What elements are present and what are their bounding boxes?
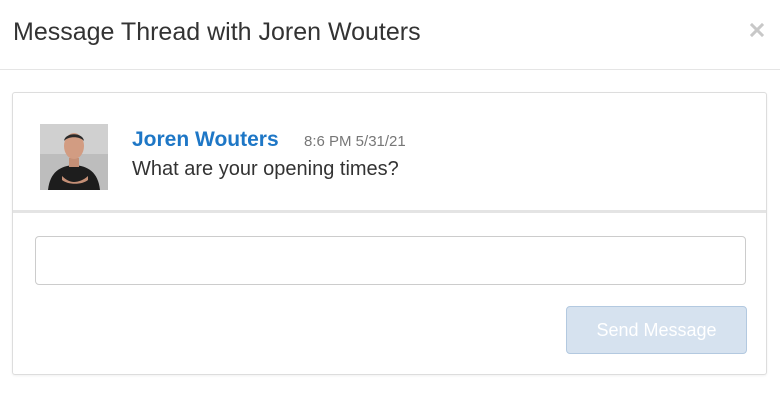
close-button[interactable] <box>746 16 768 44</box>
sender-name-link[interactable]: Joren Wouters <box>132 128 279 152</box>
modal-header: Message Thread with Joren Wouters <box>0 0 780 70</box>
avatar <box>40 124 108 190</box>
message-timestamp: 8:6 PM 5/31/21 <box>304 133 406 150</box>
modal-title: Message Thread with Joren Wouters <box>13 18 421 46</box>
message-thread-modal: Message Thread with Joren Wouters Joren <box>0 0 780 414</box>
message-item: Joren Wouters 8:6 PM 5/31/21 What are yo… <box>13 93 766 213</box>
avatar-photo <box>40 124 108 190</box>
thread-panel: Joren Wouters 8:6 PM 5/31/21 What are yo… <box>12 92 767 375</box>
close-icon <box>750 23 764 37</box>
reply-input[interactable] <box>35 236 746 285</box>
message-text: What are your opening times? <box>132 158 399 180</box>
send-message-button[interactable]: Send Message <box>566 306 747 354</box>
